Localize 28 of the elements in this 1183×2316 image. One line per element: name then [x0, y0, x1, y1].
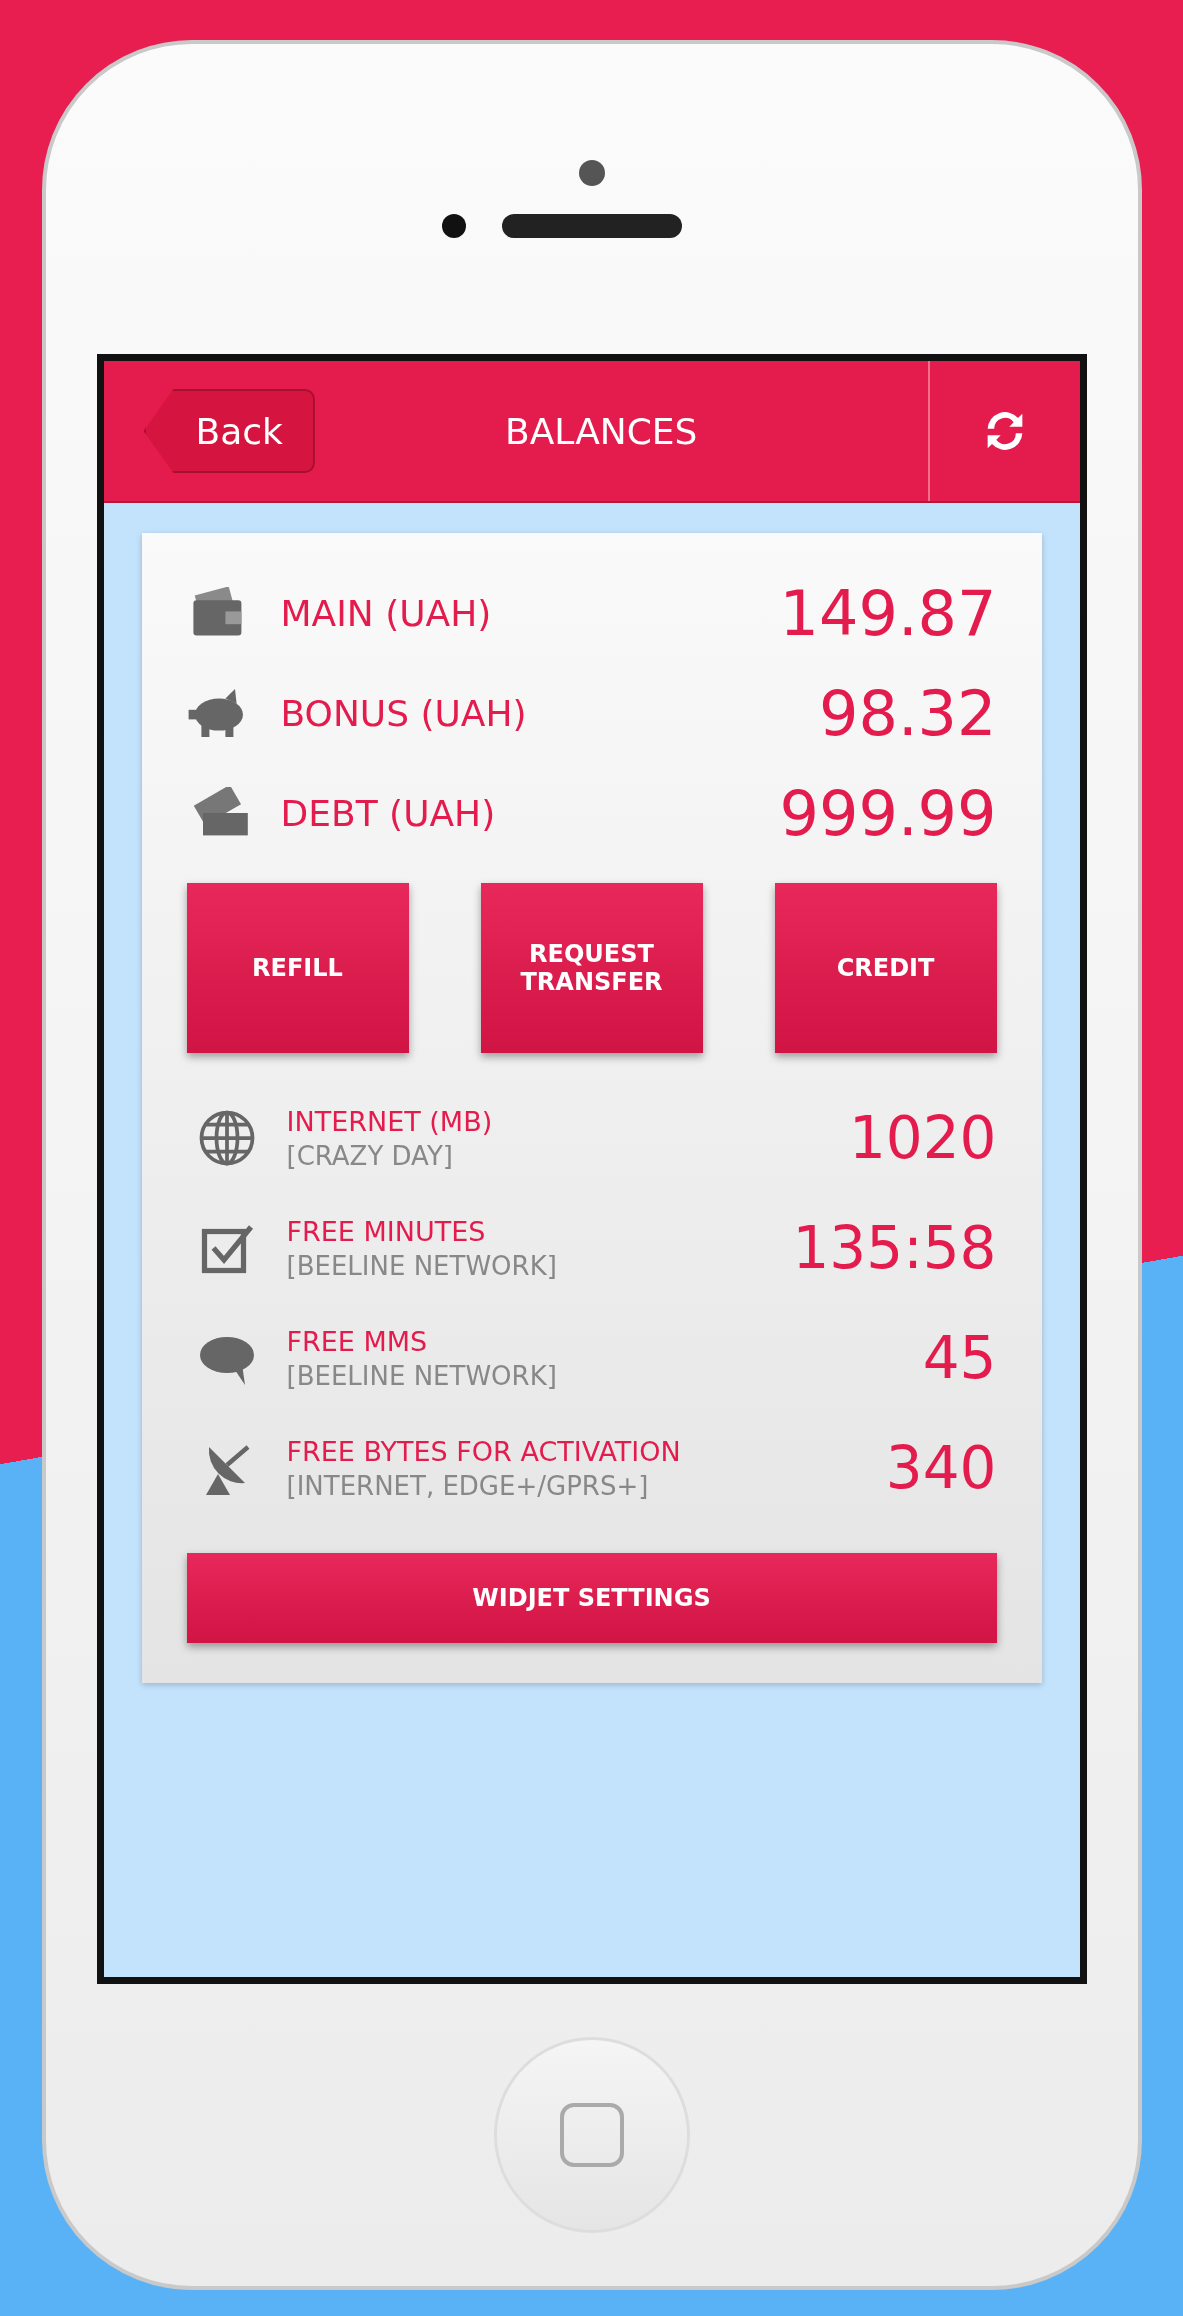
action-button[interactable]: REFILL [186, 883, 409, 1053]
service-value: 45 [922, 1324, 997, 1392]
settings-button[interactable]: WIDJET SETTINGS [186, 1553, 997, 1643]
balance-value: 149.87 [779, 576, 997, 650]
service-label: FREE MMS [286, 1325, 429, 1357]
service-note: [BEELINE NETWORK] [286, 1250, 558, 1281]
balance-label: BONUS (UAH) [280, 692, 528, 734]
service-label: FREE MINUTES [286, 1215, 487, 1247]
service-value: 135:58 [792, 1214, 997, 1282]
service-value: 1020 [848, 1104, 997, 1172]
back-button[interactable]: Back [143, 389, 315, 473]
service-value: 340 [885, 1434, 997, 1502]
action-button[interactable]: CREDIT [774, 883, 997, 1053]
balance-label: DEBT (UAH) [280, 792, 497, 834]
action-button[interactable]: REQUEST TRANSFER [480, 883, 703, 1053]
balance-value: 98.32 [819, 676, 997, 750]
balance-label: MAIN (UAH) [280, 592, 493, 634]
square-icon [559, 2103, 624, 2167]
service-note: [CRAZY DAY] [286, 1140, 454, 1171]
service-label: INTERNET (MB) [286, 1105, 494, 1137]
camera-icon [578, 160, 605, 186]
speaker-icon [501, 214, 682, 238]
service-label: FREE BYTES FOR ACTIVATION [286, 1435, 682, 1467]
balance-value: 999.99 [779, 776, 997, 850]
service-note: [BEELINE NETWORK] [286, 1360, 558, 1391]
screen-title: BALANCES [503, 410, 699, 452]
service-note: [INTERNET, EDGE+/GPRS+] [286, 1470, 650, 1501]
sensor-icon [441, 214, 466, 238]
